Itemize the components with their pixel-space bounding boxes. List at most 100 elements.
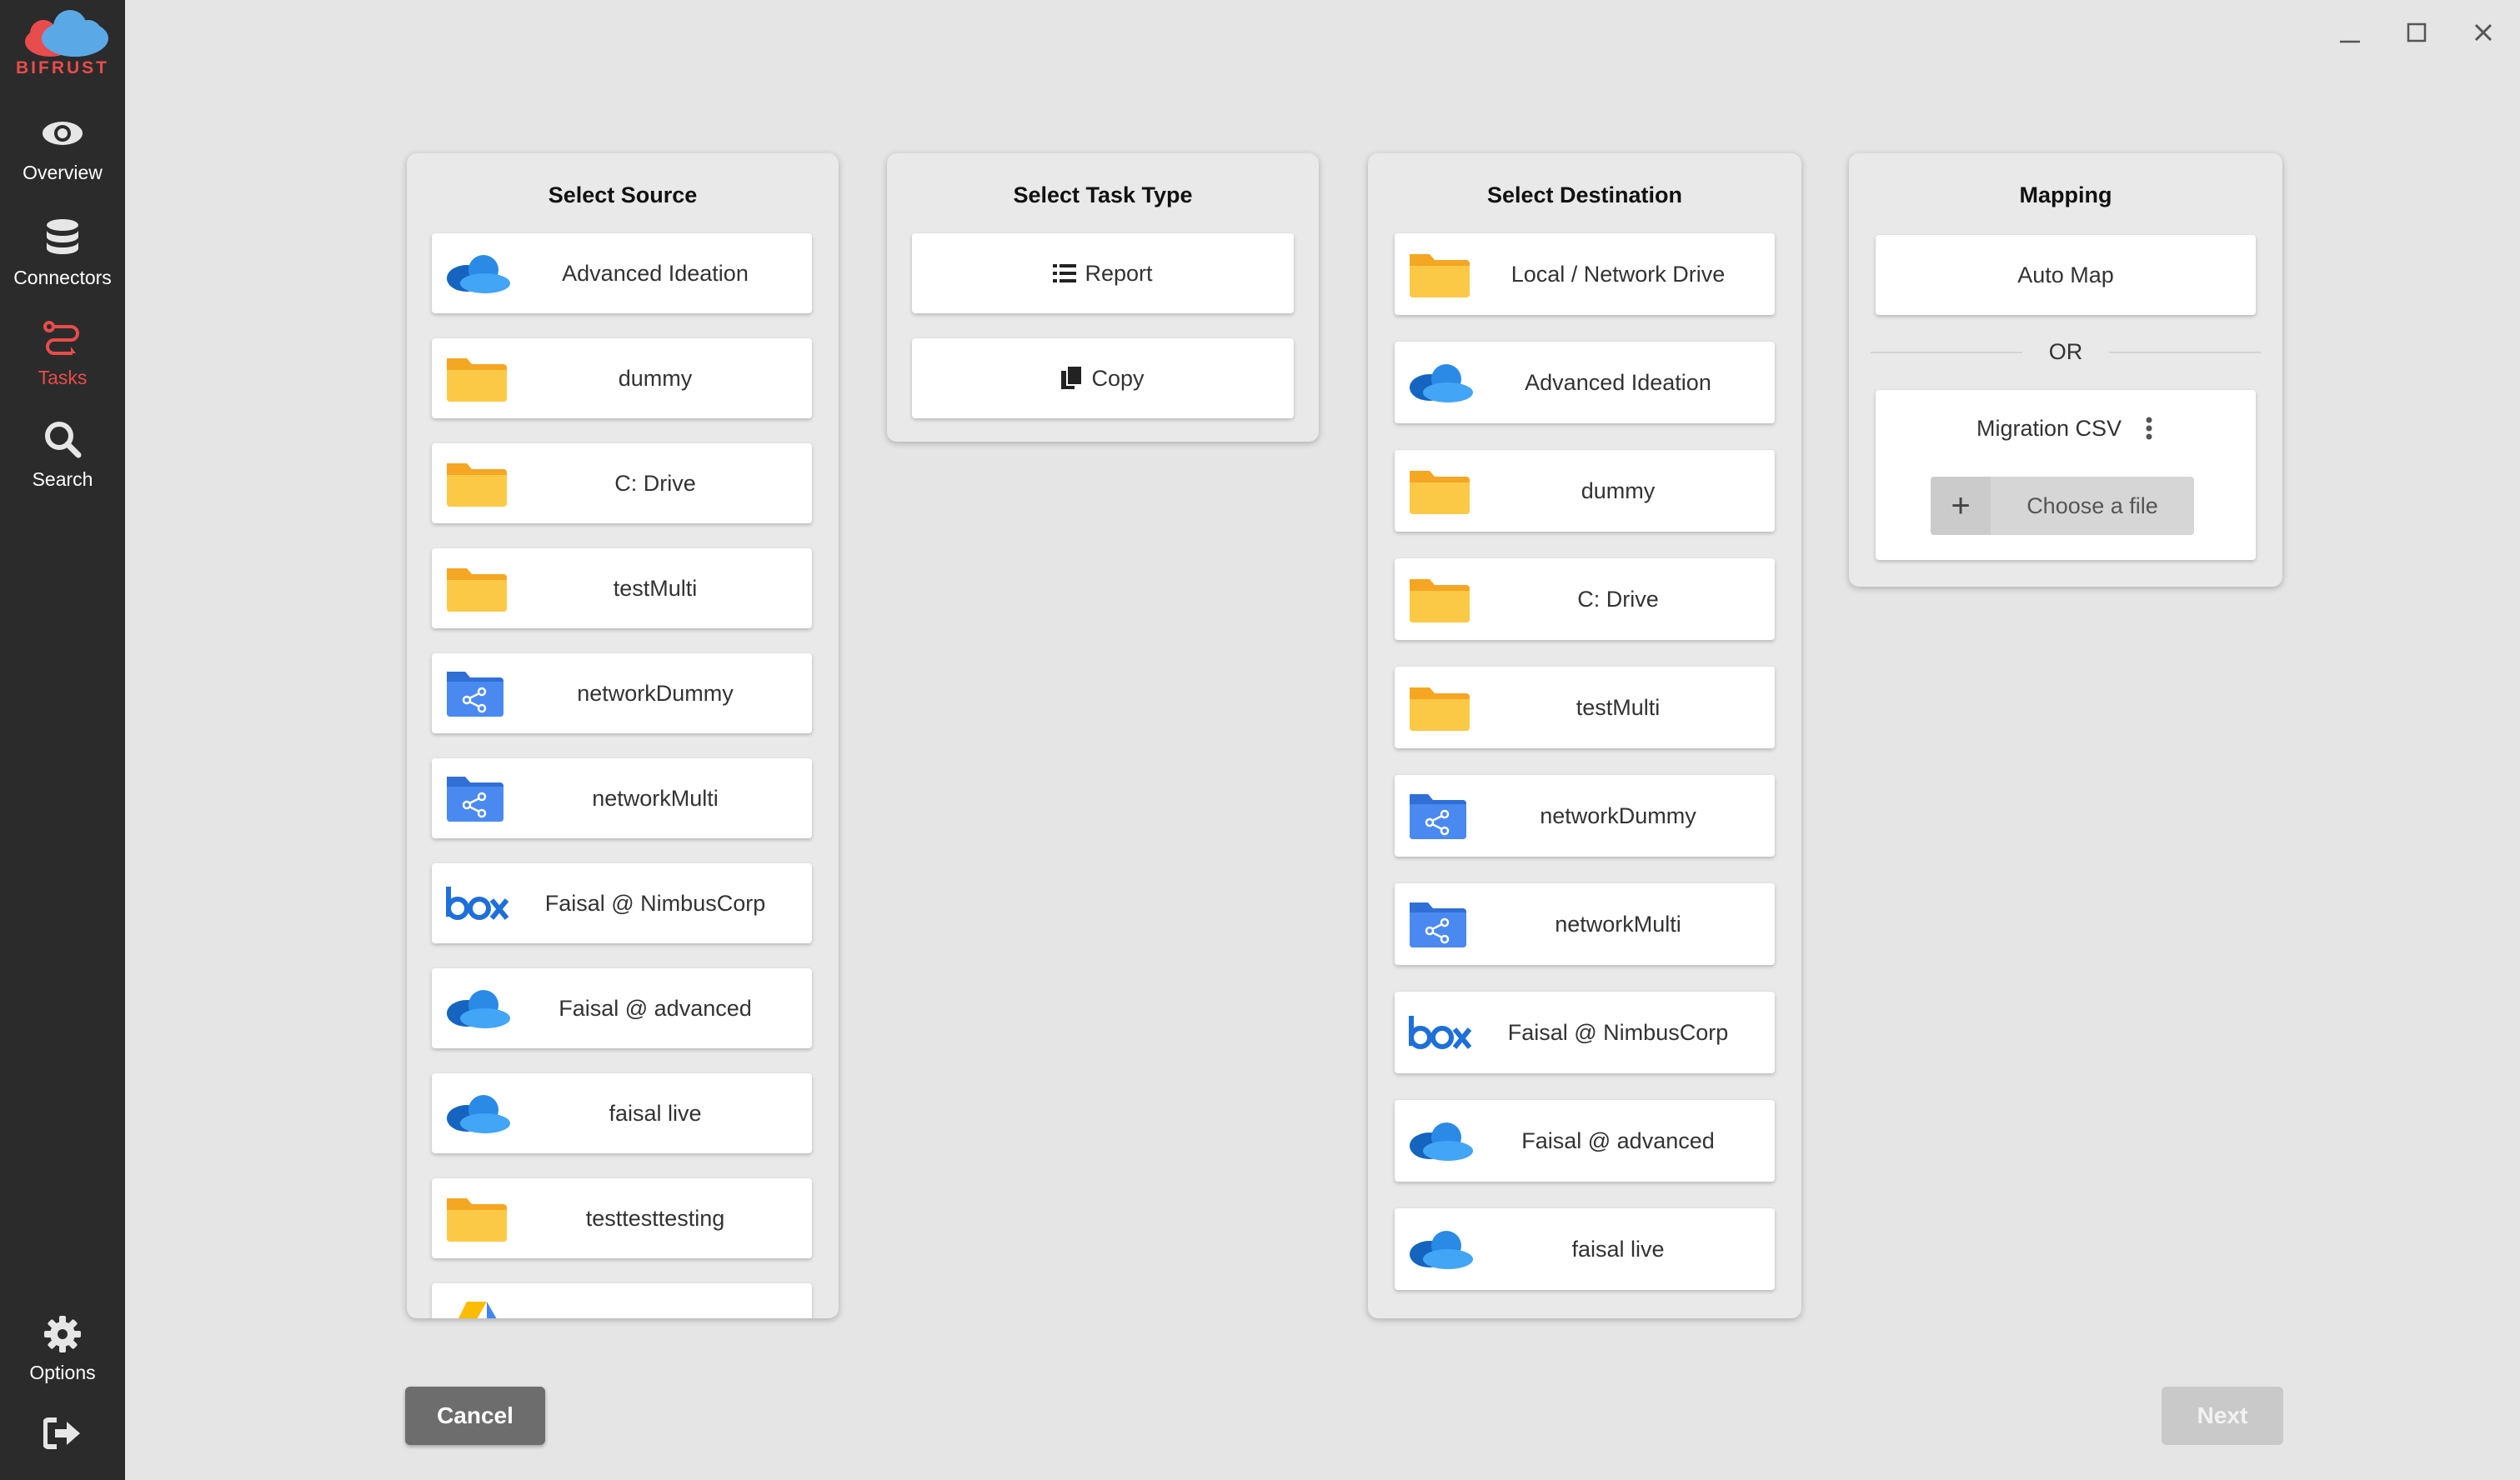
database-icon: [47, 219, 78, 254]
sidebar-item-options[interactable]: Options: [0, 1315, 125, 1398]
destination-item-testmulti[interactable]: testMulti: [1395, 667, 1775, 748]
source-item-dummy[interactable]: dummy: [432, 338, 812, 418]
source-item-label: dummy: [618, 365, 693, 391]
auto-map-label: Auto Map: [2017, 262, 2114, 288]
source-item-networkmulti[interactable]: networkMulti: [432, 758, 812, 838]
destination-item-label: Local / Network Drive: [1510, 261, 1726, 287]
source-item-faisal-nimbuscorp[interactable]: Faisal @ NimbusCorp: [432, 863, 812, 943]
sidebar-item-overview[interactable]: Overview: [0, 117, 125, 200]
mapping-panel: Mapping Auto Map OR Migration CSV + Choo…: [1849, 153, 2282, 587]
task-type-copy-content: Copy: [912, 338, 1294, 418]
sidebar-item-label: Search: [32, 468, 93, 490]
destination-panel-title: Select Destination: [1486, 182, 1683, 208]
folder-icon: [447, 568, 507, 612]
migration-csv-card: Migration CSV + Choose a file: [1876, 390, 2256, 560]
destination-item-local-network-drive[interactable]: Local / Network Drive: [1395, 233, 1775, 315]
task-type-report[interactable]: Report: [912, 233, 1294, 313]
gear-icon: [44, 1316, 81, 1352]
network-folder-icon: [1410, 794, 1466, 839]
cancel-button[interactable]: Cancel: [405, 1387, 545, 1445]
destination-item-label: faisal live: [1571, 1236, 1665, 1262]
maximize-icon[interactable]: [2402, 18, 2431, 47]
sidebar: BIFRUST Overview Connectors Tasks Search…: [0, 0, 125, 1480]
destination-item-label: Faisal @ NimbusCorp: [1507, 1019, 1729, 1045]
destination-item-label: dummy: [1581, 478, 1656, 503]
task-type-copy[interactable]: Copy: [912, 338, 1294, 418]
minimize-icon[interactable]: [2336, 18, 2364, 47]
more-vertical-icon[interactable]: [2143, 416, 2155, 441]
destination-item-faisal-nimbuscorp[interactable]: Faisal @ NimbusCorp: [1395, 992, 1775, 1073]
close-icon[interactable]: [2469, 18, 2497, 47]
onedrive-icon: [1410, 364, 1473, 402]
destination-item-label: Advanced Ideation: [1525, 369, 1711, 395]
auto-map-button[interactable]: Auto Map: [1876, 235, 2256, 315]
choose-file-button[interactable]: + Choose a file: [1931, 477, 2194, 535]
source-item-label: Faisal @ NimbusCorp: [544, 890, 766, 916]
destination-item-label: networkDummy: [1540, 802, 1696, 828]
sidebar-item-connectors[interactable]: Connectors: [0, 218, 125, 302]
task-type-panel-title: Select Task Type: [1013, 182, 1193, 208]
destination-item-faisal-live[interactable]: faisal live: [1395, 1208, 1775, 1290]
folder-icon: [1410, 471, 1470, 514]
source-item-label: networkMulti: [592, 785, 719, 811]
list-icon: [1053, 264, 1077, 282]
app-logo: BIFRUST: [12, 8, 113, 78]
logout-button[interactable]: [0, 1417, 125, 1458]
sidebar-item-search[interactable]: Search: [0, 420, 125, 503]
source-panel: Select Source Advanced Ideation dummy C:…: [407, 153, 839, 1318]
or-line-right: [2109, 352, 2261, 353]
source-item-networkdummy[interactable]: networkDummy: [432, 653, 812, 733]
onedrive-icon: [1410, 1231, 1473, 1269]
cloud-logo-icon: [25, 10, 108, 57]
network-folder-icon: [1410, 902, 1466, 948]
task-type-report-content: Report: [912, 233, 1294, 313]
destination-item-networkmulti[interactable]: networkMulti: [1395, 883, 1775, 965]
onedrive-icon: [447, 990, 510, 1028]
migration-csv-header: Migration CSV: [1876, 412, 2256, 445]
copy-icon: [1061, 366, 1084, 389]
logout-icon: [43, 1418, 80, 1449]
destination-item-advanced-ideation[interactable]: Advanced Ideation: [1395, 342, 1775, 423]
sidebar-item-tasks[interactable]: Tasks: [0, 318, 125, 402]
onedrive-icon: [447, 255, 510, 293]
destination-item-c-drive[interactable]: C: Drive: [1395, 558, 1775, 640]
network-folder-icon: [447, 777, 503, 822]
source-panel-title: Select Source: [548, 182, 698, 208]
source-item-advanced-ideation[interactable]: Advanced Ideation: [432, 233, 812, 313]
folder-icon: [447, 358, 507, 402]
destination-item-faisal-advanced[interactable]: Faisal @ advanced: [1395, 1100, 1775, 1182]
choose-file-label: Choose a file: [2027, 492, 2158, 518]
task-type-panel: Select Task Type Report Copy: [887, 153, 1319, 442]
destination-item-label: C: Drive: [1577, 586, 1659, 612]
search-icon: [45, 422, 82, 458]
sidebar-item-label: Overview: [23, 162, 103, 183]
source-item-label: testMulti: [613, 575, 698, 601]
source-item-c-drive[interactable]: C: Drive: [432, 443, 812, 523]
source-item-testtesttesting[interactable]: testtesttesting: [432, 1178, 812, 1258]
or-line-left: [1871, 352, 2022, 353]
next-button[interactable]: Next: [2162, 1387, 2283, 1445]
destination-item-label: networkMulti: [1555, 911, 1681, 937]
folder-icon: [1410, 579, 1470, 622]
source-item-faisal-live[interactable]: faisal live: [432, 1073, 812, 1153]
tasks-icon: [43, 321, 79, 355]
folder-icon: [447, 1198, 507, 1242]
source-item-label: [507, 1283, 804, 1318]
network-folder-icon: [447, 672, 503, 717]
task-type-label: Report: [1085, 260, 1153, 286]
source-item-google-drive[interactable]: [432, 1283, 812, 1318]
folder-icon: [447, 463, 507, 507]
task-type-label: Copy: [1091, 365, 1145, 391]
eye-icon: [43, 122, 83, 145]
box-icon: [1409, 1016, 1472, 1049]
destination-item-dummy[interactable]: dummy: [1395, 450, 1775, 532]
source-item-faisal-advanced[interactable]: Faisal @ advanced: [432, 968, 812, 1048]
or-text: OR: [2048, 339, 2083, 364]
destination-item-networkdummy[interactable]: networkDummy: [1395, 775, 1775, 857]
destination-item-label: testMulti: [1576, 694, 1661, 720]
source-item-label: networkDummy: [577, 680, 734, 706]
source-item-testmulti[interactable]: testMulti: [432, 548, 812, 628]
onedrive-icon: [1410, 1122, 1473, 1161]
source-item-label: faisal live: [609, 1100, 702, 1126]
or-divider: OR: [1871, 335, 2261, 368]
